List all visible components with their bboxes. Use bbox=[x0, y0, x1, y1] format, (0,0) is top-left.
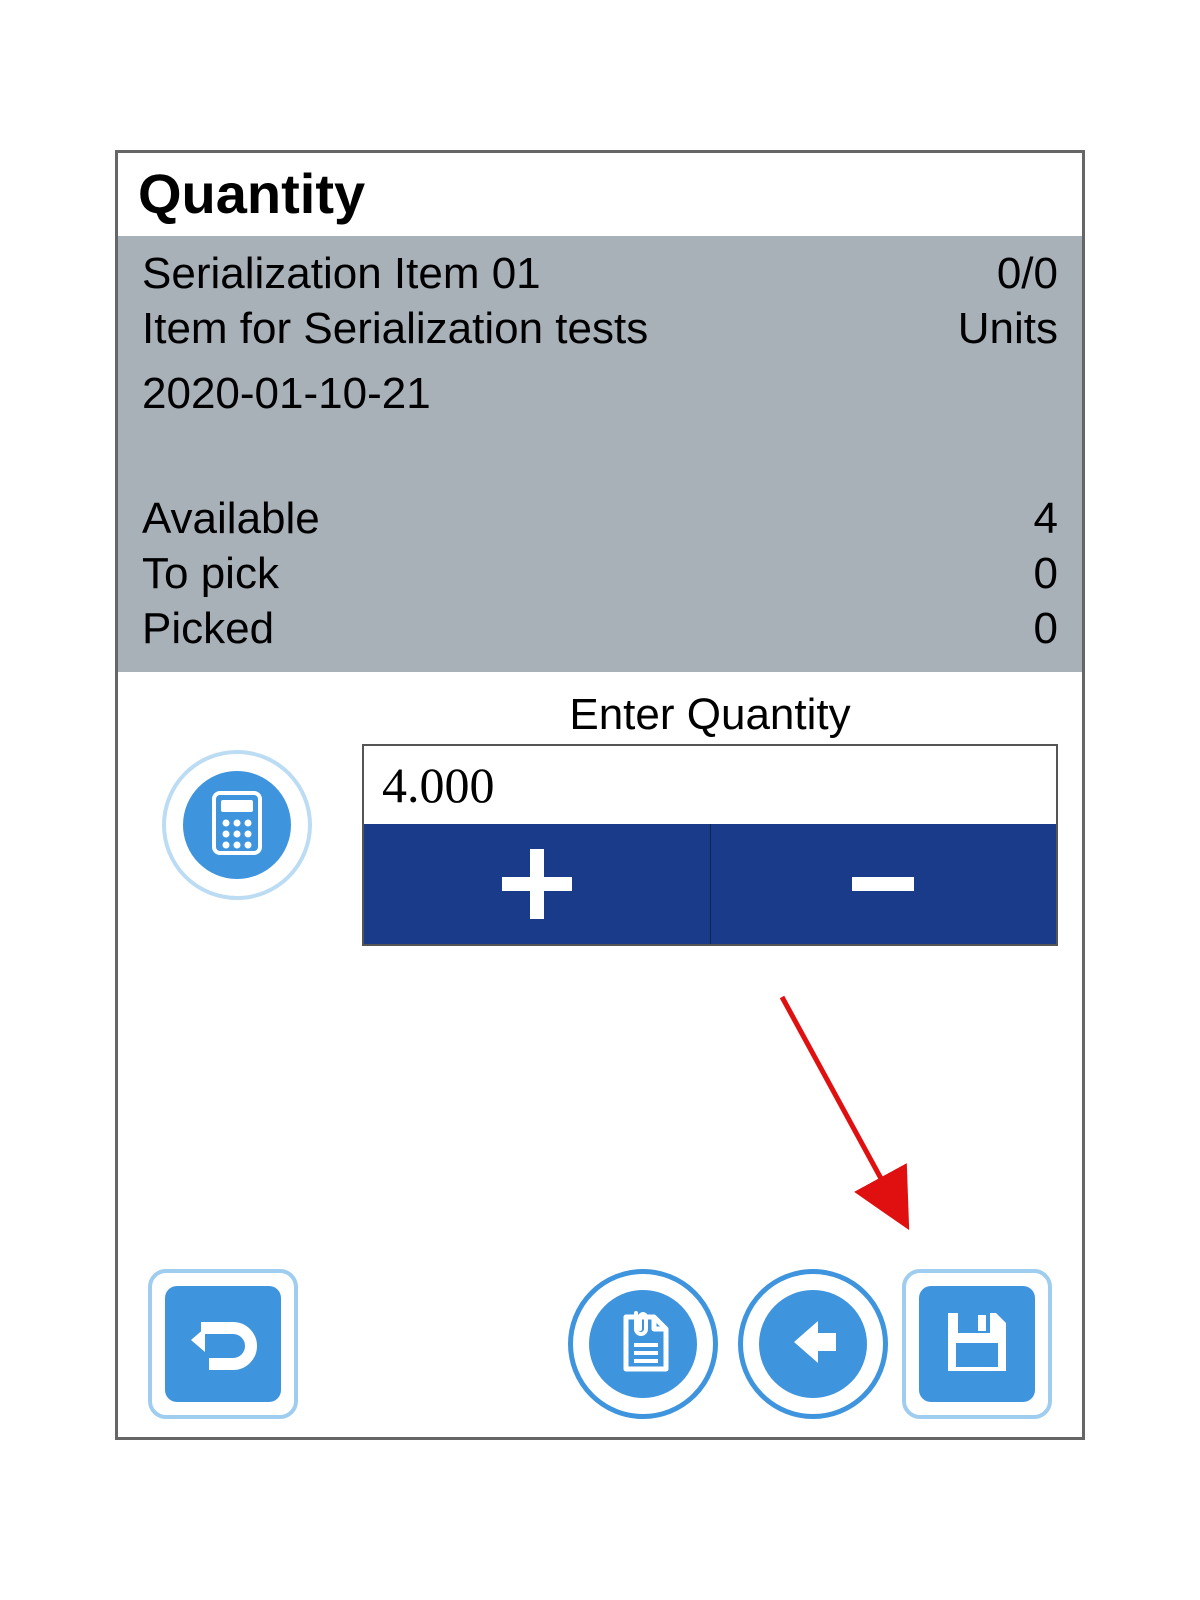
save-icon bbox=[938, 1303, 1016, 1386]
item-date: 2020-01-10-21 bbox=[142, 366, 1058, 421]
calculator-icon bbox=[212, 791, 262, 860]
picked-value: 0 bbox=[1034, 601, 1058, 656]
minus-icon bbox=[838, 839, 928, 929]
undo-icon bbox=[183, 1302, 263, 1387]
item-name: Serialization Item 01 bbox=[142, 246, 541, 301]
available-value: 4 bbox=[1034, 491, 1058, 546]
quantity-input-label: Enter Quantity bbox=[362, 690, 1058, 740]
quantity-screen: Quantity Serialization Item 01 0/0 Item … bbox=[115, 150, 1085, 1440]
back-button[interactable] bbox=[738, 1269, 888, 1419]
document-attachment-icon bbox=[612, 1307, 674, 1382]
decrement-button[interactable] bbox=[710, 824, 1057, 944]
page-title: Quantity bbox=[138, 161, 1062, 226]
arrow-left-icon bbox=[778, 1307, 848, 1382]
plus-icon bbox=[492, 839, 582, 929]
annotation-arrow bbox=[752, 977, 952, 1257]
to-pick-label: To pick bbox=[142, 546, 279, 601]
attachment-button[interactable] bbox=[568, 1269, 718, 1419]
undo-button[interactable] bbox=[148, 1269, 298, 1419]
quantity-input[interactable]: 4.000 bbox=[364, 746, 1056, 824]
bottom-toolbar bbox=[118, 1269, 1082, 1419]
calculator-button[interactable] bbox=[162, 750, 312, 900]
save-button[interactable] bbox=[902, 1269, 1052, 1419]
quantity-stepper: 4.000 bbox=[362, 744, 1058, 946]
title-bar: Quantity bbox=[118, 153, 1082, 236]
item-stats: Available 4 To pick 0 Picked 0 bbox=[142, 491, 1058, 656]
item-description: Item for Serialization tests bbox=[142, 301, 648, 356]
quantity-entry-area: Enter Quantity 4.000 bbox=[118, 672, 1082, 946]
to-pick-value: 0 bbox=[1034, 546, 1058, 601]
item-progress: 0/0 bbox=[997, 246, 1058, 301]
increment-button[interactable] bbox=[364, 824, 710, 944]
picked-label: Picked bbox=[142, 601, 274, 656]
item-info-panel: Serialization Item 01 0/0 Item for Seria… bbox=[118, 236, 1082, 672]
available-label: Available bbox=[142, 491, 320, 546]
item-uom: Units bbox=[958, 301, 1058, 356]
